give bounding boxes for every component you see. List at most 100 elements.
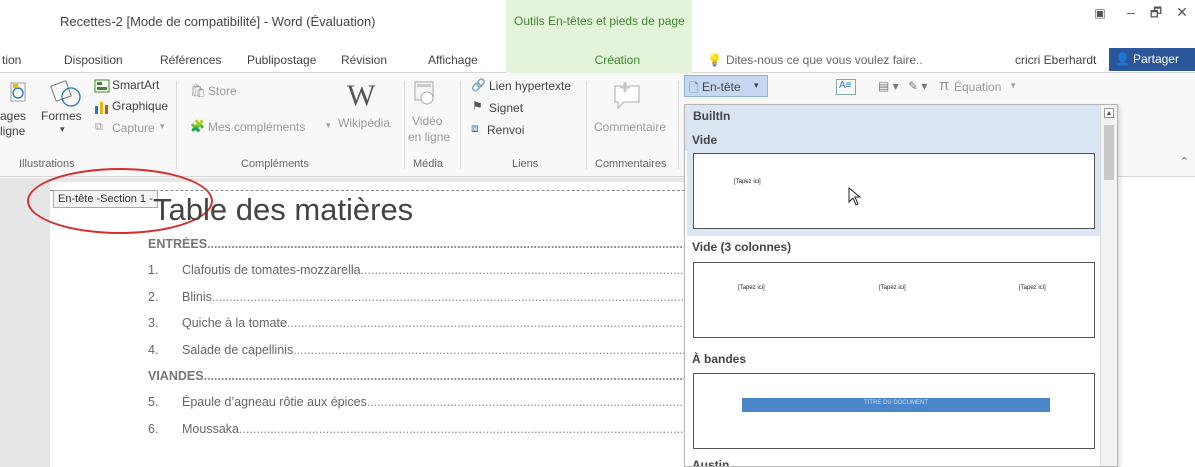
capture-dropdown-icon[interactable]: ▾ bbox=[160, 121, 165, 132]
toc-entry-title: Épaule d’agneau rôtie aux épices bbox=[182, 395, 367, 410]
mes-complements-dropdown-icon[interactable]: ▾ bbox=[326, 120, 331, 131]
header-gallery-dropdown[interactable]: BuiltIn Vide [Tapez ici] Vide (3 colonne… bbox=[684, 104, 1118, 467]
gallery-preview-vide-3-colonnes[interactable]: [Tapez ici] [Tapez ici] [Tapez ici] bbox=[693, 262, 1095, 338]
en-tete-button[interactable]: 🗋 En-tête ▾ bbox=[684, 75, 768, 97]
toc-leader-dots: ........................................… bbox=[203, 369, 685, 383]
wordart-icon[interactable]: ✎ ▾ bbox=[908, 79, 927, 93]
tab-creation-label: Création bbox=[594, 53, 640, 67]
gallery-preview-a-bandes[interactable]: TITRE DU DOCUMENT bbox=[693, 373, 1095, 449]
gallery-scrollbar[interactable]: ▲ bbox=[1100, 105, 1117, 466]
chevron-down-icon[interactable]: ▾ bbox=[60, 124, 65, 135]
cross-reference-icon: ⧈ bbox=[471, 121, 479, 135]
toc-entry-number: 4. bbox=[148, 342, 159, 357]
capture-button[interactable]: Capture bbox=[112, 121, 155, 135]
new-comment-icon bbox=[614, 82, 640, 110]
tell-me-placeholder: Dites-nous ce que vous voulez faire.. bbox=[725, 53, 923, 67]
text-box-icon[interactable]: A≡ bbox=[836, 79, 856, 95]
shapes-icon bbox=[50, 80, 81, 107]
close-icon[interactable]: ✕ bbox=[1172, 4, 1192, 21]
lien-hypertexte-button[interactable]: Lien hypertexte bbox=[489, 79, 571, 93]
store-button[interactable]: Store bbox=[208, 84, 237, 98]
scrollbar-thumb[interactable] bbox=[1104, 125, 1114, 180]
toc-entry[interactable]: 4. Salade de capellinis..................… bbox=[148, 343, 685, 357]
toc-entry[interactable]: 1. Clafoutis de tomates-mozzarella.......… bbox=[148, 263, 685, 277]
images-online-label-1[interactable]: ages bbox=[0, 109, 26, 123]
scroll-up-icon[interactable]: ▲ bbox=[1104, 108, 1114, 118]
quick-parts-icon[interactable]: ▤ ▾ bbox=[878, 79, 899, 93]
minimize-icon[interactable]: – bbox=[1121, 4, 1141, 20]
wikipedia-button[interactable]: Wikipédia bbox=[338, 116, 390, 130]
toc-entry[interactable]: 6. Moussaka..............................… bbox=[148, 422, 685, 436]
toc-entry[interactable]: 5. Épaule d’agneau rôtie aux épices......… bbox=[148, 395, 685, 409]
tell-me-box[interactable]: 💡 Dites-nous ce que vous voulez faire.. bbox=[707, 53, 923, 67]
group-separator bbox=[176, 81, 177, 169]
video-online-label-1[interactable]: Vidéo bbox=[412, 114, 442, 128]
en-tete-dropdown-icon: ▾ bbox=[754, 80, 759, 90]
toc-leader-dots: ........................................… bbox=[293, 342, 685, 357]
placeholder-text: [Tapez ici] bbox=[879, 285, 906, 291]
smartart-icon bbox=[94, 79, 110, 93]
placeholder-text: [Tapez ici] bbox=[738, 285, 765, 291]
tab-affichage[interactable]: Affichage bbox=[428, 53, 478, 67]
online-video-icon bbox=[414, 81, 434, 105]
hyperlink-icon: 🔗 bbox=[471, 78, 486, 92]
group-separator bbox=[404, 81, 405, 169]
equation-button[interactable]: Équation bbox=[954, 80, 1001, 94]
group-commentaires-label: Commentaires bbox=[595, 158, 667, 170]
toc-section[interactable]: ENTRÉES.................................… bbox=[148, 237, 685, 251]
wikipedia-icon: W bbox=[347, 79, 376, 112]
toc-leader-dots: ........................................… bbox=[366, 395, 685, 410]
mouse-cursor-icon bbox=[848, 187, 862, 206]
collapse-ribbon-icon[interactable]: ⌃ bbox=[1180, 155, 1189, 168]
toc-title[interactable]: Table des matières bbox=[153, 192, 413, 228]
toc-entry-title: Quiche à la tomate bbox=[182, 316, 287, 331]
renvoi-button[interactable]: Renvoi bbox=[487, 123, 524, 137]
equation-dropdown-icon[interactable]: ▾ bbox=[1011, 80, 1016, 91]
tab-publipostage[interactable]: Publipostage bbox=[247, 53, 316, 67]
ribbon-display-options-icon[interactable]: ▣ bbox=[1090, 6, 1110, 20]
gallery-item-vide[interactable]: [Tapez ici] bbox=[687, 151, 1101, 236]
toc-leader-dots: ........................................… bbox=[211, 289, 685, 304]
smartart-button[interactable]: SmartArt bbox=[112, 78, 159, 92]
video-online-label-2[interactable]: en ligne bbox=[408, 130, 450, 144]
signet-button[interactable]: Signet bbox=[489, 101, 523, 115]
toc-section[interactable]: VIANDES.................................… bbox=[148, 369, 685, 383]
formes-button[interactable]: Formes bbox=[41, 109, 82, 123]
placeholder-text: [Tapez ici] bbox=[734, 179, 761, 185]
bookmark-flag-icon: ⚑ bbox=[472, 99, 483, 113]
commentaire-button[interactable]: Commentaire bbox=[594, 120, 666, 134]
window-title: Recettes-2 [Mode de compatibilité] - Wor… bbox=[60, 14, 376, 29]
gallery-category-label: BuiltIn bbox=[693, 109, 731, 123]
tab-references[interactable]: Références bbox=[160, 53, 221, 67]
gallery-item-name: Vide bbox=[692, 133, 718, 147]
lightbulb-icon: 💡 bbox=[707, 53, 722, 67]
user-name[interactable]: cricri Eberhardt bbox=[1015, 53, 1096, 67]
gallery-preview-vide[interactable]: [Tapez ici] bbox=[693, 153, 1095, 229]
toc-entry-title: Blinis bbox=[182, 289, 212, 304]
online-pictures-icon bbox=[10, 82, 26, 102]
toc-entry-title: Moussaka bbox=[182, 421, 239, 436]
tab-insertion[interactable]: tion bbox=[2, 53, 21, 67]
tab-revision[interactable]: Révision bbox=[341, 53, 387, 67]
tab-creation[interactable]: Création bbox=[506, 46, 692, 73]
group-illustrations-label: Illustrations bbox=[19, 158, 75, 170]
share-button[interactable]: 👤 Partager bbox=[1109, 48, 1195, 71]
pi-equation-icon: π bbox=[939, 77, 950, 94]
toc-leader-dots: ........................................… bbox=[238, 421, 685, 436]
my-addins-icon: 🧩 bbox=[190, 119, 205, 133]
title-band: TITRE DU DOCUMENT bbox=[742, 398, 1050, 412]
restore-icon[interactable]: 🗗 bbox=[1146, 4, 1166, 26]
en-tete-label: En-tête bbox=[702, 80, 741, 94]
toc-entry[interactable]: 2. Blinis................................… bbox=[148, 290, 685, 304]
gallery-item-name: Austin bbox=[692, 458, 730, 467]
mes-complements-button[interactable]: Mes compléments bbox=[208, 120, 305, 134]
toc-entry[interactable]: 3. Quiche à la tomate....................… bbox=[148, 316, 685, 330]
graphique-button[interactable]: Graphique bbox=[112, 99, 168, 113]
placeholder-text: TITRE DU DOCUMENT bbox=[864, 400, 928, 406]
toc-entry-number: 6. bbox=[148, 421, 159, 436]
placeholder-text: [Tapez ici] bbox=[1019, 285, 1046, 291]
images-online-label-2[interactable]: ligne bbox=[0, 124, 25, 138]
tab-disposition[interactable]: Disposition bbox=[64, 53, 123, 67]
toc-leader-dots: ........................................… bbox=[360, 263, 685, 278]
toc-entry-number: 1. bbox=[148, 263, 159, 278]
